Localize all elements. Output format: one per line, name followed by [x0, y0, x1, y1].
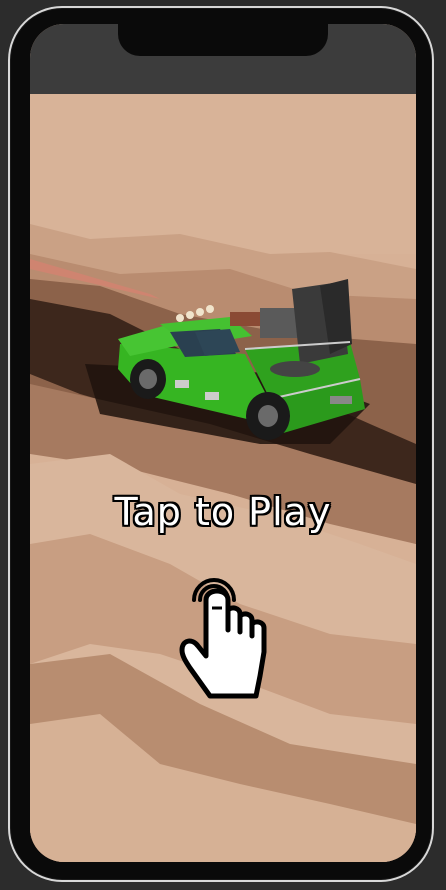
tap-to-play-label[interactable]: Tap to Play	[30, 490, 416, 534]
phone-notch	[118, 22, 328, 56]
game-scene	[30, 24, 416, 862]
far-terrain	[30, 94, 416, 254]
game-screen[interactable]	[30, 24, 416, 862]
tap-hand-icon[interactable]	[176, 566, 268, 702]
device-background: Tap to Play	[0, 0, 446, 890]
